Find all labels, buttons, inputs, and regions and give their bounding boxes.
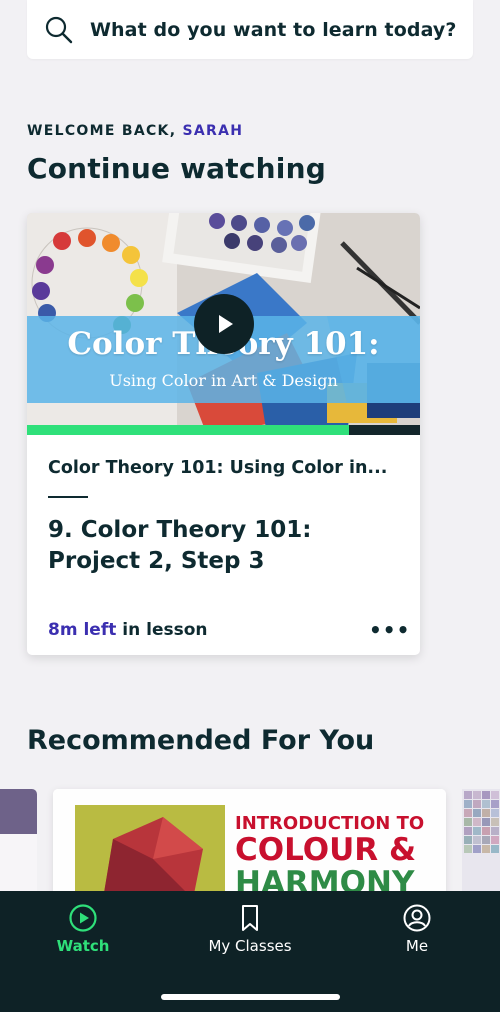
next-card-thumbnail [462, 789, 500, 899]
continue-watching-card[interactable]: Color Theory 101: Using Color in Art & D… [27, 213, 420, 655]
user-name: SARAH [182, 123, 244, 139]
class-name[interactable]: Color Theory 101: Using Color in... [48, 458, 408, 478]
continue-watching-heading: Continue watching [27, 152, 326, 185]
recommended-card-previous[interactable] [0, 789, 37, 899]
recommended-card-next[interactable] [462, 789, 500, 899]
nav-my-classes[interactable]: My Classes [195, 903, 305, 955]
bookmark-icon [242, 905, 258, 931]
search-bar[interactable]: What do you want to learn today? [27, 0, 473, 59]
play-icon [219, 315, 233, 333]
nav-me-label: Me [405, 937, 429, 955]
recommended-heading: Recommended For You [27, 725, 375, 756]
recommended-line-2: COLOUR & [235, 832, 416, 868]
nav-watch-label: Watch [56, 937, 110, 955]
user-icon [403, 904, 431, 932]
more-options-icon[interactable]: ••• [369, 620, 410, 640]
class-thumbnail[interactable]: Color Theory 101: Using Color in Art & D… [27, 213, 420, 435]
divider [48, 496, 88, 498]
recommended-line-1: INTRODUCTION TO [235, 813, 425, 834]
recommended-card-title: INTRODUCTION TO COLOUR & HARMONY [235, 815, 445, 899]
nav-my-classes-label: My Classes [208, 937, 292, 955]
time-suffix: in lesson [122, 620, 208, 640]
progress-fill [27, 425, 350, 435]
search-input[interactable]: What do you want to learn today? [90, 19, 457, 41]
home-indicator [161, 994, 340, 1000]
nav-watch[interactable]: Watch [28, 903, 138, 955]
welcome-prefix: WELCOME BACK, [27, 123, 177, 139]
time-remaining: 8m left in lesson [48, 620, 208, 640]
welcome-text: WELCOME BACK, SARAH [27, 123, 243, 139]
progress-bar [27, 425, 420, 435]
previous-card-thumbnail [0, 789, 37, 899]
search-icon [45, 16, 73, 43]
bottom-nav: Watch My Classes Me [0, 891, 500, 1012]
time-left: 8m left [48, 620, 117, 640]
play-button[interactable] [194, 294, 254, 354]
play-circle-icon [69, 904, 97, 932]
nav-me[interactable]: Me [362, 903, 472, 955]
thumbnail-subtitle: Using Color in Art & Design [109, 371, 338, 390]
lesson-title[interactable]: 9. Color Theory 101: Project 2, Step 3 [48, 515, 408, 577]
recommended-card[interactable]: INTRODUCTION TO COLOUR & HARMONY [53, 789, 446, 899]
